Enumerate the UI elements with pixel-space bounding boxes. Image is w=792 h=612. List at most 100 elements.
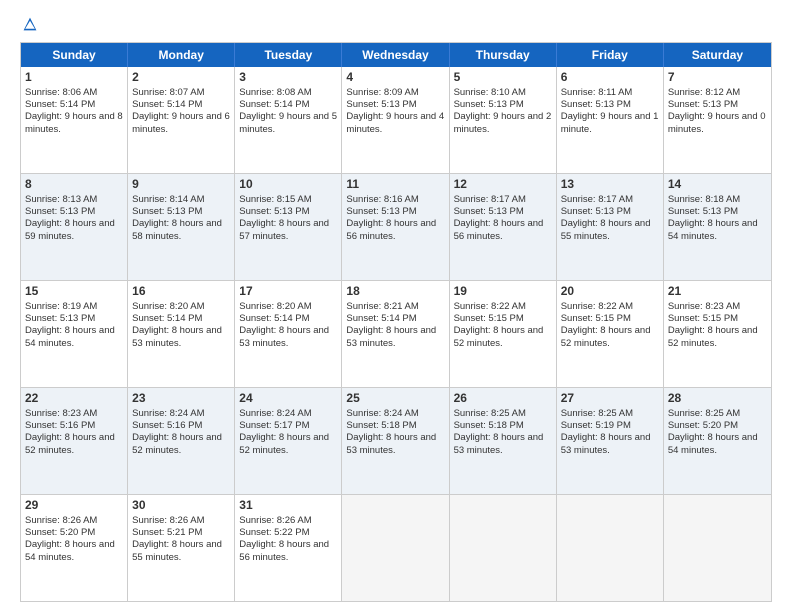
sunrise: Sunrise: 8:26 AM (25, 515, 97, 526)
day-cell-15: 15Sunrise: 8:19 AMSunset: 5:13 PMDayligh… (21, 281, 128, 387)
calendar-header: SundayMondayTuesdayWednesdayThursdayFrid… (21, 43, 771, 67)
daylight: Daylight: 8 hours and 56 minutes. (454, 218, 544, 241)
day-number: 22 (25, 391, 123, 407)
day-number: 17 (239, 284, 337, 300)
sunrise: Sunrise: 8:26 AM (132, 515, 204, 526)
sunset: Sunset: 5:13 PM (239, 206, 309, 217)
sunset: Sunset: 5:18 PM (454, 420, 524, 431)
day-number: 12 (454, 177, 552, 193)
daylight: Daylight: 8 hours and 58 minutes. (132, 218, 222, 241)
sunset: Sunset: 5:20 PM (25, 527, 95, 538)
sunset: Sunset: 5:16 PM (132, 420, 202, 431)
daylight: Daylight: 8 hours and 54 minutes. (668, 218, 758, 241)
day-cell-30: 30Sunrise: 8:26 AMSunset: 5:21 PMDayligh… (128, 495, 235, 601)
day-number: 27 (561, 391, 659, 407)
sunset: Sunset: 5:13 PM (454, 206, 524, 217)
sunrise: Sunrise: 8:26 AM (239, 515, 311, 526)
day-cell-20: 20Sunrise: 8:22 AMSunset: 5:15 PMDayligh… (557, 281, 664, 387)
day-cell-7: 7Sunrise: 8:12 AMSunset: 5:13 PMDaylight… (664, 67, 771, 173)
day-cell-29: 29Sunrise: 8:26 AMSunset: 5:20 PMDayligh… (21, 495, 128, 601)
sunset: Sunset: 5:21 PM (132, 527, 202, 538)
sunset: Sunset: 5:14 PM (239, 313, 309, 324)
sunrise: Sunrise: 8:23 AM (668, 301, 740, 312)
daylight: Daylight: 9 hours and 5 minutes. (239, 111, 337, 134)
day-number: 20 (561, 284, 659, 300)
day-number: 15 (25, 284, 123, 300)
day-number: 5 (454, 70, 552, 86)
sunset: Sunset: 5:15 PM (561, 313, 631, 324)
day-number: 9 (132, 177, 230, 193)
sunset: Sunset: 5:13 PM (668, 206, 738, 217)
sunset: Sunset: 5:14 PM (25, 99, 95, 110)
daylight: Daylight: 9 hours and 6 minutes. (132, 111, 230, 134)
sunset: Sunset: 5:13 PM (454, 99, 524, 110)
header-day-tuesday: Tuesday (235, 43, 342, 67)
sunrise: Sunrise: 8:17 AM (454, 194, 526, 205)
day-cell-2: 2Sunrise: 8:07 AMSunset: 5:14 PMDaylight… (128, 67, 235, 173)
page: SundayMondayTuesdayWednesdayThursdayFrid… (0, 0, 792, 612)
sunset: Sunset: 5:17 PM (239, 420, 309, 431)
daylight: Daylight: 8 hours and 54 minutes. (668, 432, 758, 455)
sunset: Sunset: 5:13 PM (25, 206, 95, 217)
daylight: Daylight: 8 hours and 53 minutes. (132, 325, 222, 348)
day-number: 4 (346, 70, 444, 86)
empty-cell (342, 495, 449, 601)
sunset: Sunset: 5:13 PM (346, 206, 416, 217)
day-number: 8 (25, 177, 123, 193)
sunrise: Sunrise: 8:21 AM (346, 301, 418, 312)
calendar-row-0: 1Sunrise: 8:06 AMSunset: 5:14 PMDaylight… (21, 67, 771, 173)
sunset: Sunset: 5:18 PM (346, 420, 416, 431)
sunset: Sunset: 5:14 PM (239, 99, 309, 110)
day-cell-16: 16Sunrise: 8:20 AMSunset: 5:14 PMDayligh… (128, 281, 235, 387)
sunset: Sunset: 5:15 PM (668, 313, 738, 324)
calendar-body: 1Sunrise: 8:06 AMSunset: 5:14 PMDaylight… (21, 67, 771, 601)
day-number: 29 (25, 498, 123, 514)
daylight: Daylight: 8 hours and 53 minutes. (346, 325, 436, 348)
day-number: 28 (668, 391, 767, 407)
day-number: 24 (239, 391, 337, 407)
sunset: Sunset: 5:13 PM (25, 313, 95, 324)
day-cell-17: 17Sunrise: 8:20 AMSunset: 5:14 PMDayligh… (235, 281, 342, 387)
header-day-sunday: Sunday (21, 43, 128, 67)
daylight: Daylight: 8 hours and 52 minutes. (25, 432, 115, 455)
header (20, 16, 772, 32)
daylight: Daylight: 9 hours and 2 minutes. (454, 111, 552, 134)
sunrise: Sunrise: 8:17 AM (561, 194, 633, 205)
day-number: 21 (668, 284, 767, 300)
day-cell-12: 12Sunrise: 8:17 AMSunset: 5:13 PMDayligh… (450, 174, 557, 280)
day-cell-23: 23Sunrise: 8:24 AMSunset: 5:16 PMDayligh… (128, 388, 235, 494)
sunrise: Sunrise: 8:07 AM (132, 87, 204, 98)
calendar-row-4: 29Sunrise: 8:26 AMSunset: 5:20 PMDayligh… (21, 494, 771, 601)
day-number: 23 (132, 391, 230, 407)
day-cell-8: 8Sunrise: 8:13 AMSunset: 5:13 PMDaylight… (21, 174, 128, 280)
sunset: Sunset: 5:14 PM (132, 99, 202, 110)
sunset: Sunset: 5:22 PM (239, 527, 309, 538)
sunset: Sunset: 5:14 PM (346, 313, 416, 324)
sunrise: Sunrise: 8:10 AM (454, 87, 526, 98)
daylight: Daylight: 8 hours and 53 minutes. (239, 325, 329, 348)
sunset: Sunset: 5:13 PM (346, 99, 416, 110)
header-day-saturday: Saturday (664, 43, 771, 67)
day-cell-6: 6Sunrise: 8:11 AMSunset: 5:13 PMDaylight… (557, 67, 664, 173)
day-cell-1: 1Sunrise: 8:06 AMSunset: 5:14 PMDaylight… (21, 67, 128, 173)
sunrise: Sunrise: 8:20 AM (132, 301, 204, 312)
day-cell-19: 19Sunrise: 8:22 AMSunset: 5:15 PMDayligh… (450, 281, 557, 387)
day-number: 16 (132, 284, 230, 300)
day-number: 25 (346, 391, 444, 407)
sunrise: Sunrise: 8:24 AM (132, 408, 204, 419)
sunrise: Sunrise: 8:24 AM (239, 408, 311, 419)
daylight: Daylight: 8 hours and 59 minutes. (25, 218, 115, 241)
day-cell-4: 4Sunrise: 8:09 AMSunset: 5:13 PMDaylight… (342, 67, 449, 173)
sunrise: Sunrise: 8:12 AM (668, 87, 740, 98)
daylight: Daylight: 8 hours and 52 minutes. (454, 325, 544, 348)
day-cell-26: 26Sunrise: 8:25 AMSunset: 5:18 PMDayligh… (450, 388, 557, 494)
daylight: Daylight: 8 hours and 56 minutes. (346, 218, 436, 241)
day-cell-13: 13Sunrise: 8:17 AMSunset: 5:13 PMDayligh… (557, 174, 664, 280)
empty-cell (450, 495, 557, 601)
header-day-friday: Friday (557, 43, 664, 67)
daylight: Daylight: 8 hours and 53 minutes. (346, 432, 436, 455)
day-number: 3 (239, 70, 337, 86)
daylight: Daylight: 8 hours and 53 minutes. (561, 432, 651, 455)
day-cell-14: 14Sunrise: 8:18 AMSunset: 5:13 PMDayligh… (664, 174, 771, 280)
day-cell-18: 18Sunrise: 8:21 AMSunset: 5:14 PMDayligh… (342, 281, 449, 387)
